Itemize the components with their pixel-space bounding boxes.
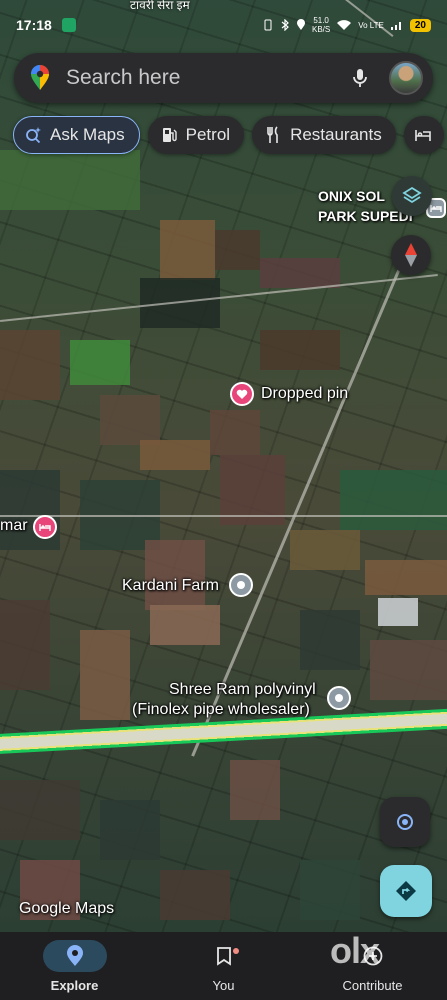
field-patch: [260, 330, 340, 370]
chip-label: Ask Maps: [50, 125, 125, 144]
field-patch: [140, 440, 210, 470]
fork-knife-icon: [267, 126, 278, 143]
field-patch: [0, 780, 80, 840]
chip-label: Restaurants: [290, 125, 382, 144]
gas-station-icon: [162, 128, 177, 142]
my-location-icon: [397, 814, 413, 830]
field-patch: [150, 605, 220, 645]
directions-icon: [396, 881, 416, 901]
search-input[interactable]: [66, 66, 349, 90]
field-patch: [300, 610, 360, 670]
field-patch: [100, 800, 160, 860]
road: [0, 515, 447, 517]
field-patch: [215, 230, 260, 270]
field-patch: [80, 630, 130, 720]
kardani-farm-label[interactable]: Kardani Farm: [122, 577, 219, 595]
field-patch: [210, 410, 260, 455]
field-patch: [365, 560, 447, 595]
wifi-icon: [337, 20, 352, 30]
bed-icon: [39, 524, 51, 531]
status-time: 17:18: [16, 17, 52, 33]
shree-ram-pin-icon[interactable]: [327, 686, 351, 710]
tab-label: You: [212, 978, 235, 993]
layers-icon: [402, 186, 422, 204]
search-bar[interactable]: [14, 53, 433, 103]
compass-icon: [405, 243, 417, 267]
nav-pill: [42, 940, 107, 972]
sparkle-search-icon: [26, 127, 41, 144]
network-type: Vo LTE: [358, 20, 384, 30]
chip-restaurants[interactable]: Restaurants: [252, 116, 396, 154]
field-patch: [70, 340, 130, 385]
dropped-pin-label[interactable]: Dropped pin: [261, 385, 348, 403]
field-patch: [160, 870, 230, 920]
status-icons: 51.0 KB/S Vo LTE 20: [262, 16, 431, 34]
location-icon: [296, 19, 305, 30]
avatar[interactable]: [389, 61, 423, 95]
bed-icon: [430, 205, 442, 212]
status-bar: 17:18 51.0 KB/S Vo LTE 20: [0, 0, 447, 50]
my-location-button[interactable]: [380, 797, 430, 847]
field-patch: [160, 220, 215, 280]
hotel-pin-icon[interactable]: [33, 515, 57, 539]
google-maps-logo: Google Maps: [19, 900, 115, 917]
directions-button[interactable]: [380, 865, 432, 917]
tab-explore[interactable]: Explore: [0, 940, 149, 993]
bluetooth-icon: [281, 19, 289, 31]
vibrate-icon: [264, 19, 272, 31]
mic-icon[interactable]: [349, 67, 371, 89]
building-rooftop: [378, 598, 418, 626]
nav-pill: [192, 940, 256, 972]
olx-watermark: olx: [330, 930, 380, 971]
field-patch: [230, 760, 280, 820]
network-speed: 51.0 KB/S: [311, 16, 331, 34]
dropped-pin-icon[interactable]: [230, 382, 254, 406]
tab-label: Contribute: [342, 978, 403, 993]
chip-label: Petrol: [185, 125, 231, 144]
field-patch: [370, 640, 447, 700]
hotel-partial-label[interactable]: mar: [0, 517, 28, 535]
field-patch: [100, 395, 160, 445]
bottom-navigation: Explore You Contribute: [0, 932, 447, 1000]
compass-button[interactable]: [391, 235, 431, 275]
field-patch: [290, 530, 360, 570]
field-patch: [300, 860, 360, 920]
field-patch: [145, 540, 205, 610]
tab-label: Explore: [50, 978, 99, 993]
kardani-farm-pin-icon[interactable]: [229, 573, 253, 597]
heart-icon: [236, 389, 248, 399]
layers-button[interactable]: [392, 176, 432, 216]
battery-indicator: 20: [409, 18, 431, 32]
chip-hotels[interactable]: [403, 116, 444, 154]
shree-ram-label-line1[interactable]: Shree Ram polyvinyl: [169, 681, 316, 699]
google-maps-pin-icon: [31, 65, 49, 90]
field-patch: [340, 470, 447, 530]
field-patch: [0, 150, 140, 210]
category-chips: Ask Maps Petrol Restaurants: [13, 116, 444, 154]
field-patch: [0, 600, 50, 690]
field-patch: [0, 330, 60, 400]
app-notification-icon: [61, 18, 76, 32]
notification-dot: [233, 948, 239, 954]
chip-ask-maps[interactable]: Ask Maps: [13, 116, 140, 154]
tab-you[interactable]: You: [149, 940, 298, 993]
signal-icon: [390, 22, 401, 30]
bed-icon: [414, 130, 431, 141]
shree-ram-label-line2[interactable]: (Finolex pipe wholesaler): [132, 701, 310, 719]
field-patch: [260, 258, 340, 288]
field-patch: [0, 470, 60, 550]
bookmark-icon: [216, 947, 231, 966]
chip-petrol[interactable]: Petrol: [147, 116, 245, 154]
location-pin-icon: [66, 945, 83, 966]
